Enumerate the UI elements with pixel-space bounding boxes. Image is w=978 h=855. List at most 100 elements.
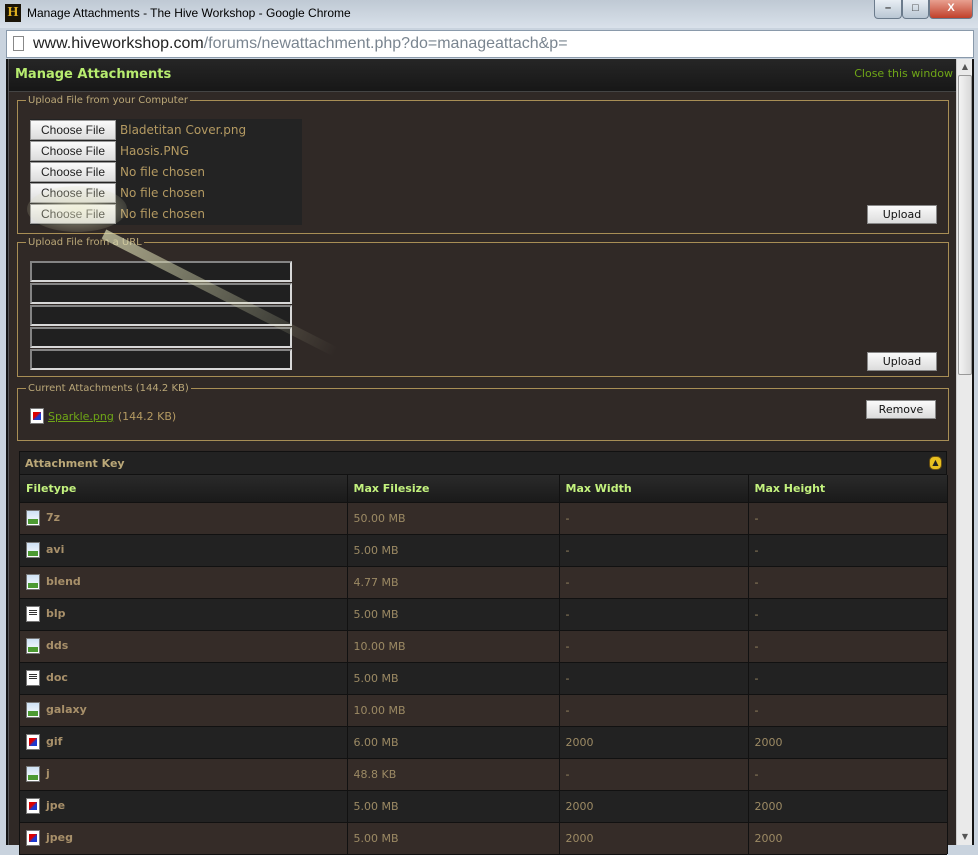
col-max-filesize: Max Filesize: [347, 475, 560, 502]
close-window-link[interactable]: Close this window: [854, 67, 953, 80]
upload-url-button[interactable]: Upload: [867, 352, 937, 371]
filetype-label: dds: [46, 639, 69, 652]
max-height-cell: 2000: [748, 821, 948, 854]
scroll-up-icon[interactable]: ▲: [957, 59, 973, 75]
chosen-file-name: No file chosen: [120, 185, 206, 200]
table-row: doc 5.00 MB - -: [20, 661, 948, 694]
max-height-cell: -: [748, 501, 948, 534]
choose-file-button[interactable]: Choose File: [30, 119, 116, 140]
max-width-cell: -: [559, 597, 749, 630]
page-title: Manage Attachments: [15, 67, 172, 82]
max-height-cell: -: [748, 629, 948, 662]
filetype-cell: blp: [20, 597, 348, 630]
max-height-cell: 2000: [748, 789, 948, 822]
filetype-cell: galaxy: [20, 693, 348, 726]
minimize-button[interactable]: –: [874, 0, 902, 19]
max-filesize-cell: 10.00 MB: [347, 629, 560, 662]
file-input-row: Choose File No file chosen: [30, 203, 302, 224]
max-filesize-cell: 6.00 MB: [347, 725, 560, 758]
filetype-icon: [26, 734, 40, 750]
max-width-cell: 2000: [559, 821, 749, 854]
max-width-cell: -: [559, 661, 749, 694]
page: Manage Attachments Close this window Upl…: [6, 59, 974, 855]
choose-file-button[interactable]: Choose File: [30, 140, 116, 161]
max-height-cell: -: [748, 533, 948, 566]
attachment-key-table: Attachment Key ▲ Filetype Max Filesize M…: [19, 451, 948, 855]
url-input-5[interactable]: [30, 349, 292, 370]
max-height-cell: -: [748, 757, 948, 790]
table-row: 7z 50.00 MB - -: [20, 501, 948, 534]
table-row: avi 5.00 MB - -: [20, 533, 948, 566]
content: Manage Attachments Close this window Upl…: [8, 59, 959, 855]
max-height-cell: 2000: [748, 725, 948, 758]
table-row: jpe 5.00 MB 2000 2000: [20, 789, 948, 822]
url-path: /forums/newattachment.php?do=manageattac…: [203, 35, 568, 52]
title-bar: H Manage Attachments - The Hive Workshop…: [0, 0, 978, 28]
url-input-3[interactable]: [30, 305, 292, 326]
filetype-label: jpeg: [46, 831, 73, 845]
filetype-icon: [26, 766, 40, 782]
filetype-icon: [26, 638, 40, 654]
url-input-1[interactable]: [30, 261, 292, 282]
filetype-cell: doc: [20, 661, 348, 694]
scrollbar-thumb[interactable]: [958, 75, 972, 375]
attachment-key-title: Attachment Key: [25, 457, 125, 470]
current-attachments-legend: Current Attachments (144.2 KB): [28, 383, 189, 394]
filetype-icon: [26, 574, 40, 590]
table-row: jpeg 5.00 MB 2000 2000: [20, 821, 948, 854]
scrollbar[interactable]: ▲ ▼: [956, 59, 972, 845]
filetype-icon: [26, 670, 40, 686]
filetype-label: gif: [46, 735, 63, 748]
choose-file-button[interactable]: Choose File: [30, 161, 116, 182]
filetype-label: 7z: [46, 511, 61, 524]
choose-file-button[interactable]: Choose File: [30, 203, 116, 224]
upload-file-button[interactable]: Upload: [867, 205, 937, 224]
filetype-icon: [26, 542, 40, 558]
max-filesize-cell: 48.8 KB: [347, 757, 560, 790]
address-bar[interactable]: www.hiveworkshop.com/forums/newattachmen…: [6, 30, 974, 58]
remove-button[interactable]: Remove: [866, 400, 936, 419]
file-input-row: Choose File No file chosen: [30, 182, 302, 203]
upload-url-fieldset: Upload File from a URL Upload: [17, 237, 949, 377]
filetype-icon: [26, 798, 40, 814]
filetype-cell: jpe: [20, 789, 348, 822]
url-input-4[interactable]: [30, 327, 292, 348]
filetype-label: avi: [46, 543, 65, 556]
url-input-2[interactable]: [30, 283, 292, 304]
filetype-cell: dds: [20, 629, 348, 662]
filetype-cell: blend: [20, 565, 348, 598]
collapse-icon[interactable]: ▲: [929, 456, 942, 470]
file-input-row: Choose File No file chosen: [30, 161, 302, 182]
maximize-button[interactable]: □: [902, 0, 929, 19]
max-width-cell: -: [559, 533, 749, 566]
max-filesize-cell: 5.00 MB: [347, 533, 560, 566]
chosen-file-name: No file chosen: [120, 206, 206, 221]
file-input-row: Choose File Haosis.PNG: [30, 140, 302, 161]
close-button[interactable]: X: [929, 0, 973, 19]
max-width-cell: -: [559, 629, 749, 662]
max-width-cell: -: [559, 693, 749, 726]
choose-file-button[interactable]: Choose File: [30, 182, 116, 203]
attachment-size: (144.2 KB): [117, 409, 177, 423]
table-row: galaxy 10.00 MB - -: [20, 693, 948, 726]
max-width-cell: 2000: [559, 789, 749, 822]
filetype-cell: jpeg: [20, 821, 348, 854]
scroll-down-icon[interactable]: ▼: [957, 829, 973, 845]
col-max-height: Max Height: [748, 475, 948, 502]
filetype-icon: [26, 510, 40, 526]
max-height-cell: -: [748, 661, 948, 694]
filetype-label: blend: [46, 575, 81, 588]
table-row: blp 5.00 MB - -: [20, 597, 948, 630]
table-row: gif 6.00 MB 2000 2000: [20, 725, 948, 758]
max-filesize-cell: 5.00 MB: [347, 821, 560, 854]
max-filesize-cell: 50.00 MB: [347, 501, 560, 534]
url-text: www.hiveworkshop.com/forums/newattachmen…: [33, 35, 568, 53]
max-filesize-cell: 10.00 MB: [347, 693, 560, 726]
max-height-cell: -: [748, 693, 948, 726]
filetype-label: j: [46, 767, 50, 780]
hive-logo-icon: H: [5, 4, 21, 22]
table-row: dds 10.00 MB - -: [20, 629, 948, 662]
attachment-link[interactable]: Sparkle.png: [48, 410, 114, 423]
current-attachments-fieldset: Current Attachments (144.2 KB) Sparkle.p…: [17, 383, 949, 441]
png-file-icon: [30, 408, 44, 424]
